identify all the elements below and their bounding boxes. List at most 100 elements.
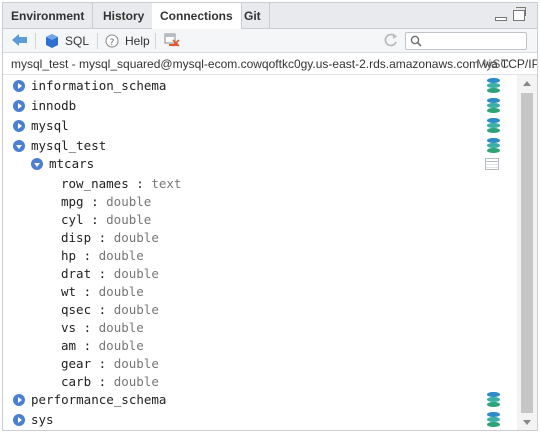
sql-cube-icon: [46, 34, 58, 48]
table-preview-icon[interactable]: [485, 158, 499, 170]
collapse-icon[interactable]: [31, 158, 43, 170]
tree-row-field: drat : double: [3, 265, 517, 283]
toolbar-divider: [35, 33, 36, 49]
field-entry: mpg : double: [61, 194, 152, 209]
database-icon: [487, 412, 500, 428]
field-name: drat: [61, 266, 92, 281]
disconnect-button[interactable]: [163, 32, 183, 50]
sql-button[interactable]: SQL: [45, 32, 93, 50]
tree-row-field: mpg : double: [3, 193, 517, 211]
field-type: double: [113, 230, 159, 245]
tree-row-schema-open[interactable]: mysql_test: [3, 137, 517, 155]
tree-row-field: am : double: [3, 337, 517, 355]
tree-row-field: carb : double: [3, 373, 517, 391]
connections-toolbar: SQL ? Help: [3, 29, 537, 53]
field-type: double: [98, 320, 144, 335]
toolbar-divider: [97, 33, 98, 49]
tab-connections[interactable]: Connections: [152, 3, 242, 30]
minimize-pane-icon[interactable]: [495, 17, 507, 21]
field-name: am: [61, 338, 77, 353]
field-type: double: [106, 194, 152, 209]
tree-row-field: row_names : text: [3, 175, 517, 193]
help-button[interactable]: ? Help: [105, 32, 151, 50]
tree-row-field: hp : double: [3, 247, 517, 265]
refresh-button[interactable]: [383, 32, 399, 50]
left-arrow-icon: [12, 34, 27, 46]
tree-row-table[interactable]: mtcars: [3, 155, 517, 173]
connection-type-overflow: MySC: [476, 57, 509, 71]
collapse-icon[interactable]: [13, 140, 25, 152]
database-icon: [487, 98, 500, 114]
connection-tree: information_schema innodb mysql mysql_te…: [3, 75, 517, 430]
table-name: mtcars: [49, 156, 95, 171]
expand-icon[interactable]: [13, 394, 25, 406]
tab-environment[interactable]: Environment: [3, 3, 94, 29]
tab-git[interactable]: Git: [236, 3, 270, 29]
expand-icon[interactable]: [13, 80, 25, 92]
schema-name: sys: [31, 412, 54, 427]
refresh-icon: [384, 33, 397, 47]
tree-row-field: cyl : double: [3, 211, 517, 229]
connection-description: mysql_test - mysql_squared@mysql-ecom.co…: [11, 57, 537, 71]
maximize-pane-icon[interactable]: [513, 7, 526, 21]
field-entry: am : double: [61, 338, 144, 353]
help-icon: ?: [105, 34, 119, 48]
search-icon: [410, 35, 422, 47]
field-type: double: [98, 284, 144, 299]
toolbar-divider: [155, 33, 156, 49]
connection-info-bar: mysql_test - mysql_squared@mysql-ecom.co…: [3, 53, 537, 75]
field-entry: vs : double: [61, 320, 144, 335]
sql-label: SQL: [65, 34, 90, 48]
field-entry: wt : double: [61, 284, 144, 299]
tree-row-schema[interactable]: performance_schema: [3, 391, 517, 409]
field-name: wt: [61, 284, 77, 299]
window-buttons: [495, 7, 527, 22]
expand-icon[interactable]: [13, 100, 25, 112]
search-input[interactable]: [405, 32, 527, 50]
field-entry: disp : double: [61, 230, 159, 245]
schema-name: mysql_test: [31, 138, 107, 153]
tree-row-schema[interactable]: mysql: [3, 117, 517, 135]
field-type: double: [106, 212, 152, 227]
database-icon: [487, 392, 500, 408]
database-icon: [487, 118, 500, 134]
tab-history[interactable]: History: [95, 3, 154, 29]
tree-row-schema[interactable]: innodb: [3, 97, 517, 115]
field-entry: hp : double: [61, 248, 144, 263]
schema-name: innodb: [31, 98, 77, 113]
field-name: row_names: [61, 176, 129, 191]
field-type: double: [113, 266, 159, 281]
connections-pane: Environment History Connections Git SQL: [2, 2, 538, 431]
svg-text:?: ?: [110, 38, 115, 48]
field-type: double: [113, 356, 159, 371]
field-name: vs: [61, 320, 77, 335]
field-entry: row_names : text: [61, 176, 182, 191]
tree-row-field: vs : double: [3, 319, 517, 337]
field-type: double: [113, 302, 159, 317]
field-name: cyl: [61, 212, 84, 227]
field-entry: cyl : double: [61, 212, 152, 227]
field-name: qsec: [61, 302, 92, 317]
expand-icon[interactable]: [13, 414, 25, 426]
tree-row-field: gear : double: [3, 355, 517, 373]
help-label: Help: [125, 34, 150, 48]
field-name: gear: [61, 356, 92, 371]
tree-row-schema[interactable]: sys: [3, 411, 517, 429]
schema-name: mysql: [31, 118, 69, 133]
field-type: double: [98, 248, 144, 263]
back-button[interactable]: [11, 32, 29, 50]
disconnect-icon: [164, 33, 180, 47]
field-entry: qsec : double: [61, 302, 159, 317]
schema-name: performance_schema: [31, 392, 167, 407]
expand-icon[interactable]: [13, 120, 25, 132]
scroll-down-arrow-icon[interactable]: [523, 420, 531, 425]
tree-row-field: wt : double: [3, 283, 517, 301]
database-icon: [487, 78, 500, 94]
field-name: hp: [61, 248, 77, 263]
field-entry: gear : double: [61, 356, 159, 371]
vertical-scrollbar[interactable]: [517, 75, 537, 430]
field-name: disp: [61, 230, 92, 245]
scroll-up-arrow-icon[interactable]: [523, 81, 531, 86]
tree-row-schema[interactable]: information_schema: [3, 77, 517, 95]
scrollbar-thumb[interactable]: [521, 93, 533, 413]
